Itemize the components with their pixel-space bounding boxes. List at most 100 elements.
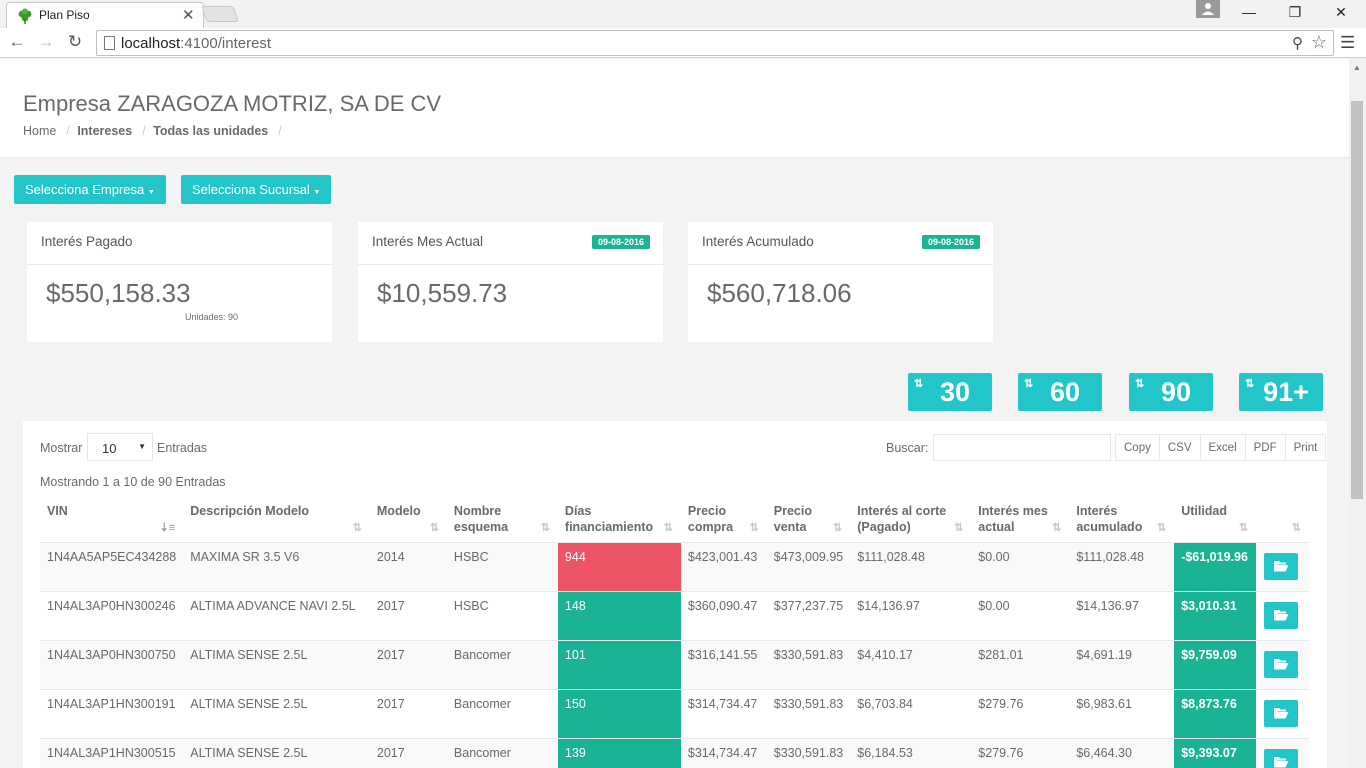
reload-icon[interactable]: ↻ bbox=[65, 32, 85, 52]
cell-compra: $360,090.47 bbox=[680, 591, 767, 641]
col-precio-compra[interactable]: Precio compra ⇅ bbox=[680, 499, 767, 543]
browser-tab[interactable]: Plan Piso ✕ bbox=[6, 2, 204, 28]
breadcrumb: Home / Intereses / Todas las unidades / bbox=[23, 124, 282, 138]
table-row[interactable]: 1N4AL3AP1HN300515 ALTIMA SENSE 2.5L 2017 Ba… bbox=[40, 738, 1309, 768]
caret-down-icon: ▼ bbox=[313, 189, 321, 196]
search-input[interactable] bbox=[933, 434, 1111, 461]
pdf-button[interactable]: PDF bbox=[1244, 434, 1286, 461]
address-bar[interactable]: localhost:4100/interest ⚲ ☆ bbox=[96, 30, 1334, 56]
select-sucursal-button[interactable]: Selecciona Sucursal ▼ bbox=[181, 175, 332, 204]
tab-close-icon[interactable]: ✕ bbox=[182, 6, 195, 24]
sort-icon: ⇅ bbox=[1052, 521, 1062, 534]
cell-venta: $330,591.83 bbox=[766, 640, 851, 690]
cell-mes: $279.76 bbox=[971, 689, 1070, 739]
table-row[interactable]: 1N4AL3AP1HN300191 ALTIMA SENSE 2.5L 2017 Ba… bbox=[40, 689, 1309, 739]
sort-asc-icon: ⇣≡ bbox=[159, 521, 176, 534]
open-folder-button[interactable] bbox=[1264, 699, 1299, 727]
table-row[interactable]: 1N4AA5AP5EC434288 MAXIMA SR 3.5 V6 2014 HSB… bbox=[40, 542, 1309, 592]
sort-icon: ⇅ bbox=[1238, 521, 1249, 534]
page-scrollbar[interactable]: ▲ bbox=[1349, 59, 1366, 768]
card-interes-pagado: Interés Pagado $550,158.33 Unidades: 90 bbox=[27, 222, 332, 342]
cell-desc: ALTIMA SENSE 2.5L bbox=[183, 689, 370, 739]
minimize-icon[interactable]: — bbox=[1234, 2, 1264, 24]
card-units: Unidades: 90 bbox=[185, 312, 239, 322]
forward-arrow-icon[interactable]: → bbox=[36, 32, 56, 52]
open-folder-button[interactable] bbox=[1264, 601, 1299, 629]
col-interes-corte[interactable]: Interés al corte (Pagado) ⇅ bbox=[850, 499, 972, 543]
excel-button[interactable]: Excel bbox=[1199, 434, 1246, 461]
cell-dias: 148 bbox=[557, 591, 681, 641]
table-row[interactable]: 1N4AL3AP0HN300750 ALTIMA SENSE 2.5L 2017 Ba… bbox=[40, 640, 1309, 690]
col-interes-mes[interactable]: Interés mes actual ⇅ bbox=[971, 499, 1070, 543]
breadcrumb-home[interactable]: Home bbox=[23, 124, 56, 138]
cell-acum: $6,464.30 bbox=[1069, 738, 1175, 768]
bookmark-star-icon[interactable]: ☆ bbox=[1311, 32, 1327, 53]
window-close-icon[interactable]: ✕ bbox=[1326, 2, 1356, 24]
scroll-thumb[interactable] bbox=[1351, 101, 1363, 499]
page-icon bbox=[104, 36, 115, 50]
open-folder-button[interactable] bbox=[1264, 748, 1299, 768]
cell-corte: $6,184.53 bbox=[850, 738, 972, 768]
col-modelo[interactable]: Modelo ⇅ bbox=[369, 499, 447, 543]
breadcrumb-intereses[interactable]: Intereses bbox=[77, 124, 132, 138]
open-folder-button[interactable] bbox=[1264, 552, 1299, 580]
page-length-select[interactable]: 10 ▼ bbox=[87, 433, 153, 461]
zoom-icon[interactable]: ⚲ bbox=[1292, 34, 1303, 52]
range-91plus-button[interactable]: ⇅ 91+ bbox=[1239, 373, 1323, 411]
page-title: Empresa ZARAGOZA MOTRIZ, SA DE CV bbox=[23, 91, 442, 116]
cell-venta: $330,591.83 bbox=[766, 689, 851, 739]
cell-mes: $0.00 bbox=[971, 542, 1070, 592]
cell-actions bbox=[1256, 640, 1309, 690]
col-actions[interactable]: ⇅ bbox=[1256, 499, 1309, 543]
range-60-button[interactable]: ⇅ 60 bbox=[1018, 373, 1102, 411]
col-dias[interactable]: Días financiamiento ⇅ bbox=[557, 499, 681, 543]
folder-open-icon bbox=[1274, 609, 1289, 620]
restore-icon[interactable]: ❐ bbox=[1280, 2, 1310, 24]
page-header: Empresa ZARAGOZA MOTRIZ, SA DE CV Home / … bbox=[0, 59, 1349, 158]
cell-actions bbox=[1256, 738, 1309, 768]
sort-icon: ⇅ bbox=[749, 521, 759, 534]
back-arrow-icon[interactable]: ← bbox=[7, 32, 27, 52]
card-value: $550,158.33 bbox=[46, 278, 191, 308]
col-vin[interactable]: VIN ⇣≡ bbox=[40, 499, 184, 543]
print-button[interactable]: Print bbox=[1284, 434, 1327, 461]
sort-icon: ⇅ bbox=[663, 521, 673, 534]
tab-title: Plan Piso bbox=[39, 8, 90, 22]
col-descripcion[interactable]: Descripción Modelo ⇅ bbox=[183, 499, 370, 543]
cell-mes: $281.01 bbox=[971, 640, 1070, 690]
cell-mes: $279.76 bbox=[971, 738, 1070, 768]
cell-esquema: Bancomer bbox=[446, 640, 558, 690]
cell-util: $8,873.76 bbox=[1174, 689, 1257, 739]
col-interes-acumulado[interactable]: Interés acumulado ⇅ bbox=[1069, 499, 1175, 543]
card-interes-acumulado: Interés Acumulado 09-08-2016 $560,718.06 bbox=[688, 222, 993, 342]
cell-vin: 1N4AL3AP1HN300515 bbox=[40, 738, 184, 768]
cell-corte: $4,410.17 bbox=[850, 640, 972, 690]
copy-button[interactable]: Copy bbox=[1115, 434, 1160, 461]
sort-icon: ⇅ bbox=[1156, 521, 1167, 534]
range-30-button[interactable]: ⇅ 30 bbox=[908, 373, 992, 411]
col-precio-venta[interactable]: Precio venta ⇅ bbox=[766, 499, 851, 543]
new-tab-button[interactable] bbox=[201, 6, 239, 22]
search-label: Buscar: bbox=[886, 441, 929, 455]
select-empresa-button[interactable]: Selecciona Empresa ▼ bbox=[14, 175, 166, 204]
cell-corte: $14,136.97 bbox=[850, 591, 972, 641]
cell-dias: 101 bbox=[557, 640, 681, 690]
caret-down-icon: ▼ bbox=[138, 442, 146, 451]
col-utilidad[interactable]: Utilidad ⇅ bbox=[1174, 499, 1257, 543]
table-row[interactable]: 1N4AL3AP0HN300246 ALTIMA ADVANCE NAVI 2.5… bbox=[40, 591, 1309, 641]
cell-compra: $423,001.43 bbox=[680, 542, 767, 592]
cell-desc: ALTIMA SENSE 2.5L bbox=[183, 640, 370, 690]
range-90-button[interactable]: ⇅ 90 bbox=[1129, 373, 1213, 411]
csv-button[interactable]: CSV bbox=[1158, 434, 1201, 461]
col-esquema[interactable]: Nombre esquema ⇅ bbox=[446, 499, 558, 543]
cell-dias: 150 bbox=[557, 689, 681, 739]
sort-icon: ⇅ bbox=[540, 521, 550, 534]
cell-util: -$61,019.96 bbox=[1174, 542, 1257, 592]
browser-menu-icon[interactable]: ☰ bbox=[1340, 33, 1355, 53]
cell-acum: $111,028.48 bbox=[1069, 542, 1175, 592]
open-folder-button[interactable] bbox=[1264, 650, 1299, 678]
cell-vin: 1N4AL3AP0HN300246 bbox=[40, 591, 184, 641]
cell-actions bbox=[1256, 591, 1309, 641]
profile-icon[interactable] bbox=[1196, 0, 1220, 18]
cell-venta: $330,591.83 bbox=[766, 738, 851, 768]
